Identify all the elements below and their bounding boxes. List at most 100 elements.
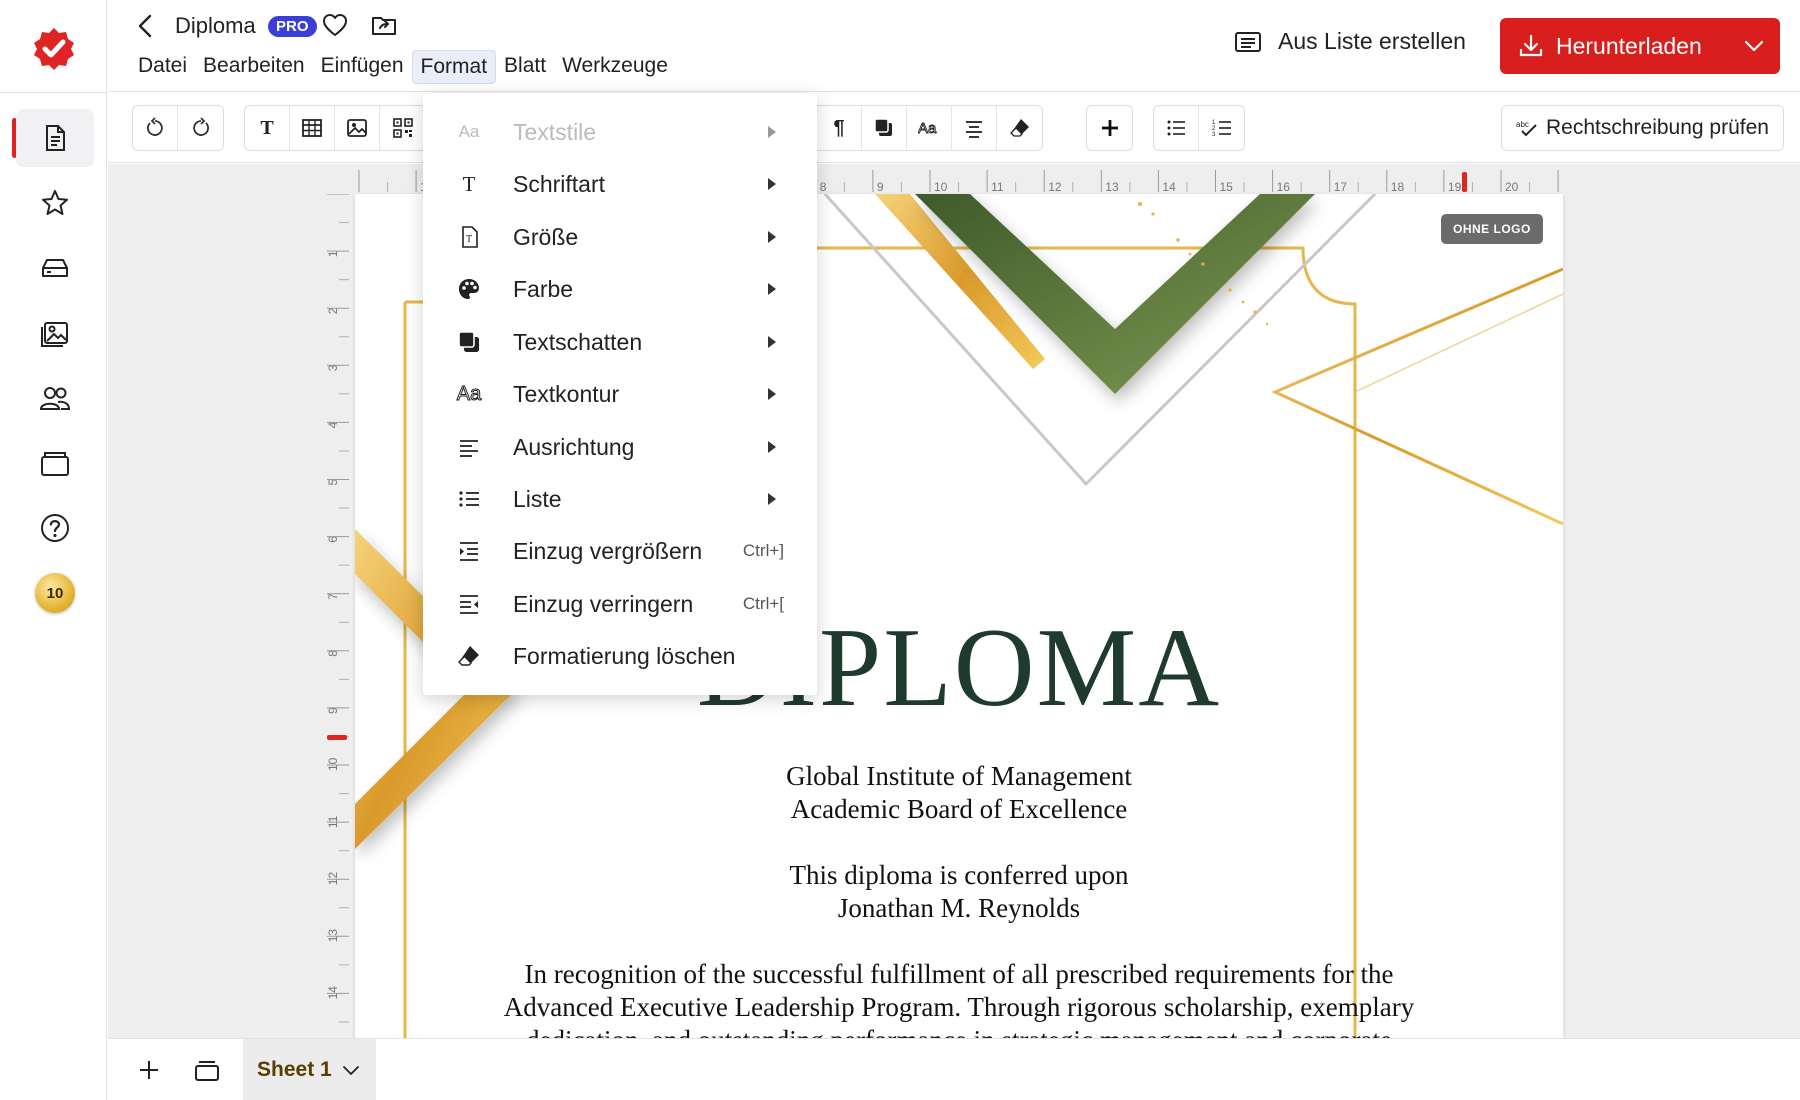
sheets-overview-icon[interactable] bbox=[192, 1055, 222, 1085]
redo-button[interactable] bbox=[178, 106, 223, 150]
ruler-label: 12 bbox=[1048, 180, 1062, 194]
storage-icon bbox=[42, 259, 68, 277]
numbered-list-button[interactable]: 123 bbox=[1199, 106, 1244, 150]
sheet-bar: Sheet 1 bbox=[108, 1038, 1800, 1100]
ruler-label: 11 bbox=[991, 180, 1004, 194]
align-button[interactable] bbox=[952, 106, 997, 150]
download-icon bbox=[1519, 34, 1543, 57]
download-label: Herunterladen bbox=[1556, 32, 1702, 59]
ruler-label: 14 bbox=[1162, 180, 1176, 194]
spellcheck-button[interactable]: abc Rechtschreibung prüfen bbox=[1501, 105, 1784, 151]
undo-icon bbox=[147, 117, 163, 136]
text-outline-button[interactable]: Aa bbox=[907, 106, 952, 150]
ruler-label: 13 bbox=[326, 929, 340, 943]
insert-group: T bbox=[244, 105, 426, 151]
insert-image-button[interactable] bbox=[335, 106, 380, 150]
sidebar-separator bbox=[0, 92, 107, 93]
format-item-textkontur[interactable]: Aa Textkontur bbox=[423, 368, 817, 420]
format-item-schriftart[interactable]: T Schriftart bbox=[423, 158, 817, 210]
ruler-label: 18 bbox=[1391, 180, 1405, 194]
download-button[interactable]: Herunterladen bbox=[1500, 18, 1780, 74]
left-sidebar: 10 bbox=[0, 0, 107, 1100]
ruler-label: 15 bbox=[1220, 180, 1234, 194]
recognition-line-3[interactable]: dedication, and outstanding performance … bbox=[415, 1024, 1503, 1038]
app-header: Diploma PRO Datei Bearbeiten Einfügen Fo… bbox=[108, 0, 1800, 92]
ruler-label: 10 bbox=[326, 757, 340, 771]
font-size-icon: T bbox=[462, 226, 478, 248]
sidebar-item-images[interactable] bbox=[16, 304, 94, 362]
insert-qr-button[interactable] bbox=[380, 106, 425, 150]
menu-format[interactable]: Format bbox=[411, 50, 497, 84]
recognition-line-2[interactable]: Advanced Executive Leadership Program. T… bbox=[415, 991, 1503, 1024]
bullet-list-button[interactable] bbox=[1154, 106, 1199, 150]
menu-einfuegen[interactable]: Einfügen bbox=[313, 50, 412, 84]
chevron-down-icon[interactable] bbox=[1742, 34, 1766, 58]
institute-line-1[interactable]: Global Institute of Management bbox=[415, 760, 1503, 793]
svg-text:3: 3 bbox=[1212, 132, 1216, 138]
eraser-icon bbox=[458, 646, 479, 666]
text-shadow-icon bbox=[458, 331, 479, 352]
insert-table-button[interactable] bbox=[290, 106, 335, 150]
sidebar-item-favorites[interactable] bbox=[16, 174, 94, 232]
recipient-name[interactable]: Jonathan M. Reynolds bbox=[415, 892, 1503, 925]
recognition-line-1[interactable]: In recognition of the successful fulfill… bbox=[415, 958, 1503, 991]
format-toolbar: T a ¶ Aa 123 abc Rechtschreibung prüfen bbox=[108, 93, 1800, 163]
menu-werkzeuge[interactable]: Werkzeuge bbox=[554, 50, 676, 84]
bullet-list-icon bbox=[1167, 120, 1185, 136]
image-icon bbox=[347, 119, 367, 137]
format-item-ausrichtung[interactable]: Ausrichtung bbox=[423, 421, 817, 473]
app-logo-icon[interactable] bbox=[31, 26, 77, 72]
format-item-liste[interactable]: Liste bbox=[423, 473, 817, 525]
ruler-label: 14 bbox=[326, 986, 340, 1000]
canvas-area[interactable]: 1234567891011121314151617181920 12345678… bbox=[108, 164, 1800, 1038]
sidebar-item-document[interactable] bbox=[16, 109, 94, 167]
add-sheet-icon[interactable] bbox=[134, 1055, 164, 1085]
format-item-einzug-vergroessern[interactable]: Einzug vergrößern Ctrl+] bbox=[423, 525, 817, 577]
text-shadow-button[interactable] bbox=[862, 106, 907, 150]
chevron-down-icon[interactable] bbox=[341, 1060, 361, 1080]
heart-icon[interactable] bbox=[321, 11, 349, 39]
menu-bearbeiten[interactable]: Bearbeiten bbox=[195, 50, 313, 84]
format-item-farbe[interactable]: Farbe bbox=[423, 263, 817, 315]
format-item-textschatten[interactable]: Textschatten bbox=[423, 316, 817, 368]
create-from-list-button[interactable]: Aus Liste erstellen bbox=[1234, 28, 1466, 55]
sidebar-item-storage[interactable] bbox=[16, 239, 94, 297]
back-arrow-icon[interactable] bbox=[132, 12, 160, 40]
submenu-arrow-icon bbox=[768, 231, 776, 243]
sidebar-item-coins[interactable]: 10 bbox=[16, 564, 94, 622]
move-to-folder-icon[interactable] bbox=[370, 11, 398, 39]
svg-text:T: T bbox=[466, 234, 472, 245]
submenu-arrow-icon bbox=[768, 283, 776, 295]
sidebar-item-users[interactable] bbox=[16, 369, 94, 427]
format-item-einzug-verringern[interactable]: Einzug verringern Ctrl+[ bbox=[423, 578, 817, 630]
sidebar-item-folders[interactable] bbox=[16, 434, 94, 492]
submenu-arrow-icon bbox=[768, 126, 776, 138]
institute-line-2[interactable]: Academic Board of Excellence bbox=[415, 793, 1503, 826]
svg-text:abc: abc bbox=[1516, 120, 1529, 129]
spellcheck-label: Rechtschreibung prüfen bbox=[1546, 116, 1769, 139]
folder-icon bbox=[41, 452, 69, 476]
ruler-cursor-marker bbox=[327, 735, 347, 740]
document-title[interactable]: Diploma bbox=[175, 13, 256, 39]
conferred-text[interactable]: This diploma is conferred upon bbox=[415, 859, 1503, 892]
menu-blatt[interactable]: Blatt bbox=[496, 50, 554, 84]
ruler-label: 9 bbox=[877, 180, 884, 194]
format-item-groesse[interactable]: T Größe bbox=[423, 211, 817, 263]
clear-format-button[interactable] bbox=[997, 106, 1042, 150]
numbered-list-icon: 123 bbox=[1212, 120, 1231, 138]
undo-button[interactable] bbox=[133, 106, 178, 150]
help-icon bbox=[41, 514, 69, 542]
format-item-formatierung-loeschen[interactable]: Formatierung löschen bbox=[423, 630, 817, 682]
palette-icon bbox=[459, 279, 479, 299]
align-center-icon bbox=[966, 121, 982, 138]
insert-text-button[interactable]: T bbox=[245, 106, 290, 150]
sidebar-item-help[interactable] bbox=[16, 499, 94, 557]
ruler-label: 13 bbox=[1105, 180, 1119, 194]
add-element-button[interactable] bbox=[1087, 106, 1132, 150]
menu-datei[interactable]: Datei bbox=[130, 50, 195, 84]
without-logo-badge[interactable]: OHNE LOGO bbox=[1441, 214, 1543, 244]
sheet-tab[interactable]: Sheet 1 bbox=[243, 1039, 376, 1100]
format-item-textstile[interactable]: Aa Textstile bbox=[423, 106, 817, 158]
vertical-ruler[interactable]: 1234567891011121314 bbox=[323, 194, 351, 1038]
paragraph-button[interactable]: ¶ bbox=[817, 106, 862, 150]
